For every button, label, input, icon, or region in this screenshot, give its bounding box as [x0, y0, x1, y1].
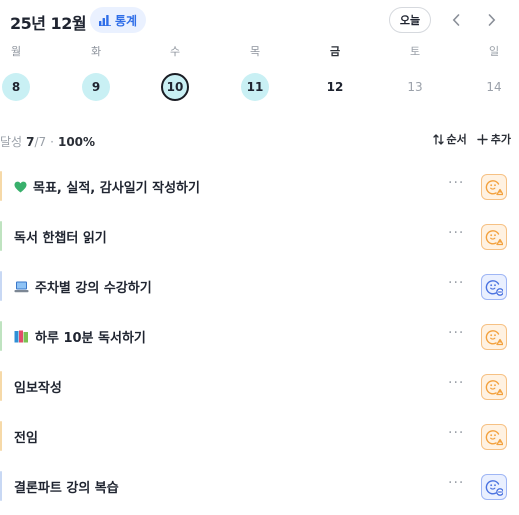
day-of-week-label: 토	[409, 45, 421, 58]
task-title[interactable]: 목표, 실적, 감사일기 작성하기	[14, 177, 200, 196]
day-tue[interactable]: 화 9	[81, 44, 111, 101]
task-color-bar	[0, 271, 2, 301]
task-color-bar	[0, 321, 2, 351]
task-row[interactable]: 전임 ···	[0, 414, 519, 458]
task-row[interactable]: 독서 한챕터 읽기 ···	[0, 214, 519, 258]
more-options-icon[interactable]: ···	[448, 475, 464, 491]
list-actions: 순서 추가	[432, 131, 511, 147]
task-row[interactable]: 하루 10분 독서하기 ···	[0, 314, 519, 358]
task-color-bar	[0, 421, 2, 451]
date-circle-today[interactable]: 12	[321, 73, 349, 101]
prev-week-button[interactable]	[444, 7, 468, 33]
task-title[interactable]: 결론파트 강의 복습	[14, 477, 119, 496]
mood-face-orange-icon[interactable]	[481, 174, 507, 200]
task-color-bar	[0, 371, 2, 401]
task-title-text: 주차별 강의 수강하기	[35, 281, 152, 296]
achievement-percent: 100%	[57, 134, 96, 149]
task-color-bar	[0, 171, 2, 201]
task-row[interactable]: 목표, 실적, 감사일기 작성하기 ···	[0, 164, 519, 208]
day-of-week-label: 수	[169, 45, 181, 58]
stats-button[interactable]: 통계	[90, 7, 147, 33]
bar-chart-icon	[99, 14, 111, 26]
task-color-bar	[0, 471, 2, 501]
more-options-icon[interactable]: ···	[448, 275, 464, 291]
task-color-bar	[0, 221, 2, 251]
more-options-icon[interactable]: ···	[448, 425, 464, 441]
date-circle[interactable]: 13	[401, 73, 429, 101]
task-row[interactable]: 임보작성 ···	[0, 364, 519, 408]
date-circle[interactable]: 9	[82, 73, 110, 101]
add-label: 추가	[490, 133, 511, 146]
calendar-header: 25년 12월 통계 오늘	[10, 6, 511, 36]
month-title[interactable]: 25년 12월	[10, 10, 87, 34]
task-title-text: 목표, 실적, 감사일기 작성하기	[33, 181, 200, 196]
sort-label: 순서	[446, 133, 467, 146]
chevron-right-icon	[488, 14, 496, 26]
day-sun[interactable]: 일 14	[479, 44, 509, 101]
more-options-icon[interactable]: ···	[448, 325, 464, 341]
mood-face-orange-icon[interactable]	[481, 424, 507, 450]
day-mon[interactable]: 월 8	[1, 44, 31, 101]
day-of-week-label: 화	[90, 45, 102, 58]
more-options-icon[interactable]: ···	[448, 225, 464, 241]
date-circle-selected[interactable]: 10	[161, 73, 189, 101]
date-circle[interactable]: 14	[480, 73, 508, 101]
mood-face-orange-icon[interactable]	[481, 224, 507, 250]
day-wed[interactable]: 수 10	[160, 44, 190, 101]
task-title-text: 하루 10분 독서하기	[35, 331, 146, 346]
day-sat[interactable]: 토 13	[400, 44, 430, 101]
task-title-text: 임보작성	[14, 381, 62, 396]
chevron-left-icon	[452, 14, 460, 26]
date-circle[interactable]: 8	[2, 73, 30, 101]
day-of-week-label: 목	[249, 45, 261, 58]
stats-label: 통계	[115, 13, 138, 28]
task-title[interactable]: 하루 10분 독서하기	[14, 327, 146, 346]
achievement-total: /7	[34, 134, 47, 149]
books-icon	[14, 330, 29, 343]
laptop-icon	[14, 281, 29, 293]
mood-face-orange-icon[interactable]	[481, 374, 507, 400]
today-button[interactable]: 오늘	[389, 7, 431, 33]
day-of-week-label: 금	[329, 45, 341, 58]
next-week-button[interactable]	[480, 7, 504, 33]
mood-face-blue-icon[interactable]	[481, 274, 507, 300]
day-of-week-label: 월	[10, 45, 22, 58]
task-title[interactable]: 임보작성	[14, 377, 62, 396]
more-options-icon[interactable]: ···	[448, 375, 464, 391]
task-title[interactable]: 독서 한챕터 읽기	[14, 227, 107, 246]
mood-face-orange-icon[interactable]	[481, 324, 507, 350]
day-of-week-label: 일	[488, 45, 500, 58]
achievement-label: 달성	[0, 135, 23, 149]
task-title-text: 전임	[14, 431, 38, 446]
date-circle[interactable]: 11	[241, 73, 269, 101]
mood-face-blue-icon[interactable]	[481, 474, 507, 500]
green-heart-icon	[14, 181, 27, 193]
more-options-icon[interactable]: ···	[448, 175, 464, 191]
summary-separator: ·	[50, 134, 54, 149]
task-title-text: 독서 한챕터 읽기	[14, 231, 107, 246]
sort-button[interactable]: 순서	[432, 131, 467, 147]
achievement-summary: 달성 7/7 · 100%	[0, 133, 95, 150]
task-title-text: 결론파트 강의 복습	[14, 481, 119, 496]
task-title[interactable]: 전임	[14, 427, 38, 446]
sort-arrows-icon	[432, 133, 444, 145]
day-thu[interactable]: 목 11	[240, 44, 270, 101]
task-title[interactable]: 주차별 강의 수강하기	[14, 277, 152, 296]
task-row[interactable]: 결론파트 강의 복습 ···	[0, 464, 519, 508]
task-row[interactable]: 주차별 강의 수강하기 ···	[0, 264, 519, 308]
plus-icon	[477, 133, 488, 145]
add-task-button[interactable]: 추가	[477, 131, 511, 147]
day-fri[interactable]: 금 12	[320, 44, 350, 101]
